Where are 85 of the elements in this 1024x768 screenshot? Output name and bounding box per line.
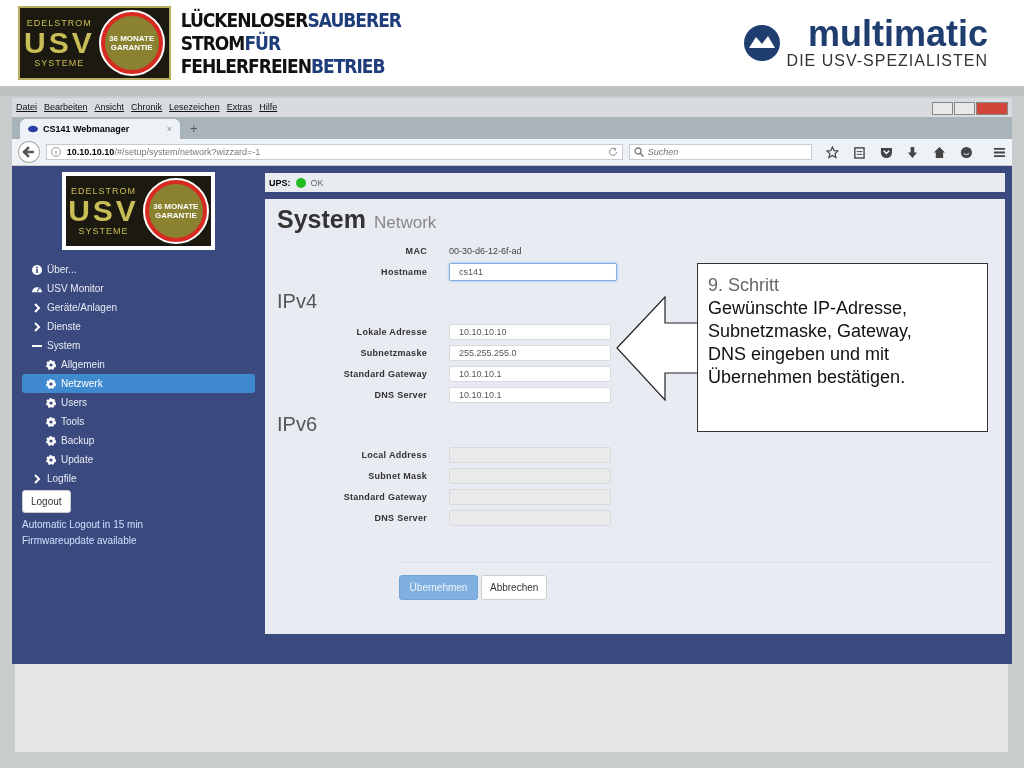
logout-button[interactable]: Logout bbox=[22, 490, 71, 513]
cancel-button[interactable]: Abbrechen bbox=[481, 575, 548, 600]
field-label: Subnet Mask bbox=[367, 470, 427, 481]
slogan-line: STROMFÜR bbox=[180, 31, 282, 55]
sidebar-item[interactable]: Tools bbox=[22, 412, 255, 431]
logo-text: USV bbox=[68, 196, 139, 226]
section-heading: IPv6 bbox=[277, 413, 318, 436]
sidebar-item[interactable]: Über... bbox=[22, 260, 255, 279]
gear-icon bbox=[46, 435, 56, 446]
sidebar-item[interactable]: System bbox=[22, 336, 255, 355]
field-label: Standard Gateway bbox=[342, 491, 427, 502]
sidebar-item[interactable]: Update bbox=[22, 450, 255, 469]
menu-icon[interactable] bbox=[993, 145, 1007, 159]
logo-text: EDELSTROM bbox=[26, 18, 92, 28]
menu-item[interactable]: Extras bbox=[226, 102, 253, 115]
minimize-button[interactable] bbox=[932, 102, 953, 115]
home-icon[interactable] bbox=[933, 145, 947, 159]
sidebar-item[interactable]: Netzwerk bbox=[22, 374, 255, 393]
gear-icon bbox=[46, 397, 56, 408]
smiley-icon[interactable] bbox=[960, 145, 974, 159]
sidebar-item[interactable]: Geräte/Anlagen bbox=[22, 298, 255, 317]
seal-badge: 36 MONATE GARANTIE bbox=[98, 10, 165, 76]
info-icon bbox=[32, 264, 42, 275]
input-field[interactable]: cs141 bbox=[449, 262, 617, 281]
sidebar-item[interactable]: Dienste bbox=[22, 317, 255, 336]
input-field[interactable]: 10.10.10.1 bbox=[449, 386, 611, 403]
menu-item[interactable]: Lesezeichen bbox=[169, 102, 220, 115]
page-subtitle: Network bbox=[373, 213, 437, 233]
slogan-line: FEHLERFREIENBETRIEB bbox=[180, 54, 386, 78]
sidebar-item[interactable]: Backup bbox=[22, 431, 255, 450]
input-field[interactable]: 255.255.255.0 bbox=[449, 344, 611, 361]
status-label: UPS: bbox=[269, 177, 291, 188]
seal-badge: 36 MONATE GARANTIE bbox=[142, 178, 209, 244]
field-label: Hostname bbox=[380, 266, 427, 277]
gear-icon bbox=[46, 378, 56, 389]
menu-item[interactable]: Bearbeiten bbox=[44, 102, 88, 115]
logo-text: SYSTEME bbox=[78, 226, 129, 236]
search-field[interactable]: Suchen bbox=[628, 144, 812, 160]
status-value: OK bbox=[310, 177, 324, 188]
field-label: Subnetzmaske bbox=[359, 347, 427, 358]
input-field[interactable]: 10.10.10.10 bbox=[449, 323, 611, 340]
maximize-button[interactable] bbox=[954, 102, 975, 115]
gear-icon bbox=[46, 454, 56, 465]
logo-text: SYSTEME bbox=[34, 58, 85, 68]
field-label: DNS Server bbox=[373, 512, 427, 523]
input-field[interactable]: 10.10.10.1 bbox=[449, 365, 611, 382]
field-value: 00-30-d6-12-6f-ad bbox=[449, 245, 522, 256]
clipboard-icon[interactable] bbox=[852, 145, 866, 159]
star-icon[interactable] bbox=[825, 145, 839, 159]
slogan-line: LÜCKENLOSERSAUBERER bbox=[180, 8, 402, 31]
company-tagline: DIE USV-SPEZIALISTEN bbox=[786, 52, 988, 70]
mountain-logo-icon bbox=[742, 24, 781, 62]
field-label: Standard Gateway bbox=[342, 368, 427, 379]
url-text: 10.10.10.10/#/setup/system/network?wizzard=-1 bbox=[66, 147, 261, 157]
sidebar-item[interactable]: Allgemein bbox=[22, 355, 255, 374]
gear-icon bbox=[46, 416, 56, 427]
page-title: System bbox=[277, 205, 366, 234]
info-icon bbox=[50, 147, 61, 157]
status-note: Automatic Logout in 15 min bbox=[22, 518, 145, 532]
sidebar-item[interactable]: Users bbox=[22, 393, 255, 412]
field-label: Local Address bbox=[360, 449, 427, 460]
reload-icon[interactable] bbox=[607, 147, 618, 157]
logo-text: USV bbox=[24, 28, 95, 58]
back-button[interactable] bbox=[18, 141, 40, 163]
tab-title: CS141 Webmanager bbox=[43, 124, 130, 134]
menu-item[interactable]: Chronik bbox=[131, 102, 163, 115]
status-note: Firmwareupdate available bbox=[22, 534, 138, 548]
sidebar-item[interactable]: USV Monitor bbox=[22, 279, 255, 298]
field-label: MAC bbox=[404, 245, 427, 256]
callout-text: Gewünschte IP-Adresse, Subnetzmaske, Gateway, DNS eingeben und mit Übernehmen bestätigen. bbox=[708, 297, 913, 389]
browser-tab[interactable]: CS141 Webmanager × bbox=[20, 119, 180, 139]
sidebar-item[interactable]: Logfile bbox=[22, 469, 255, 488]
pocket-icon[interactable] bbox=[879, 145, 893, 159]
field-label: Lokale Adresse bbox=[355, 326, 427, 337]
menu-item[interactable]: Datei bbox=[16, 102, 37, 115]
menu-item[interactable]: Hilfe bbox=[259, 102, 278, 115]
logo-text: EDELSTROM bbox=[71, 186, 136, 196]
section-heading: IPv4 bbox=[277, 290, 318, 313]
field-label: DNS Server bbox=[373, 389, 427, 400]
callout-title: 9. Schritt bbox=[708, 274, 781, 297]
company-name: multimatic bbox=[807, 16, 988, 52]
tab-favicon-icon bbox=[28, 124, 38, 134]
address-bar[interactable]: 10.10.10.10/#/setup/system/network?wizzard=-1 bbox=[45, 144, 623, 160]
menu-item[interactable]: Ansicht bbox=[94, 102, 125, 115]
gear-icon bbox=[46, 359, 56, 370]
